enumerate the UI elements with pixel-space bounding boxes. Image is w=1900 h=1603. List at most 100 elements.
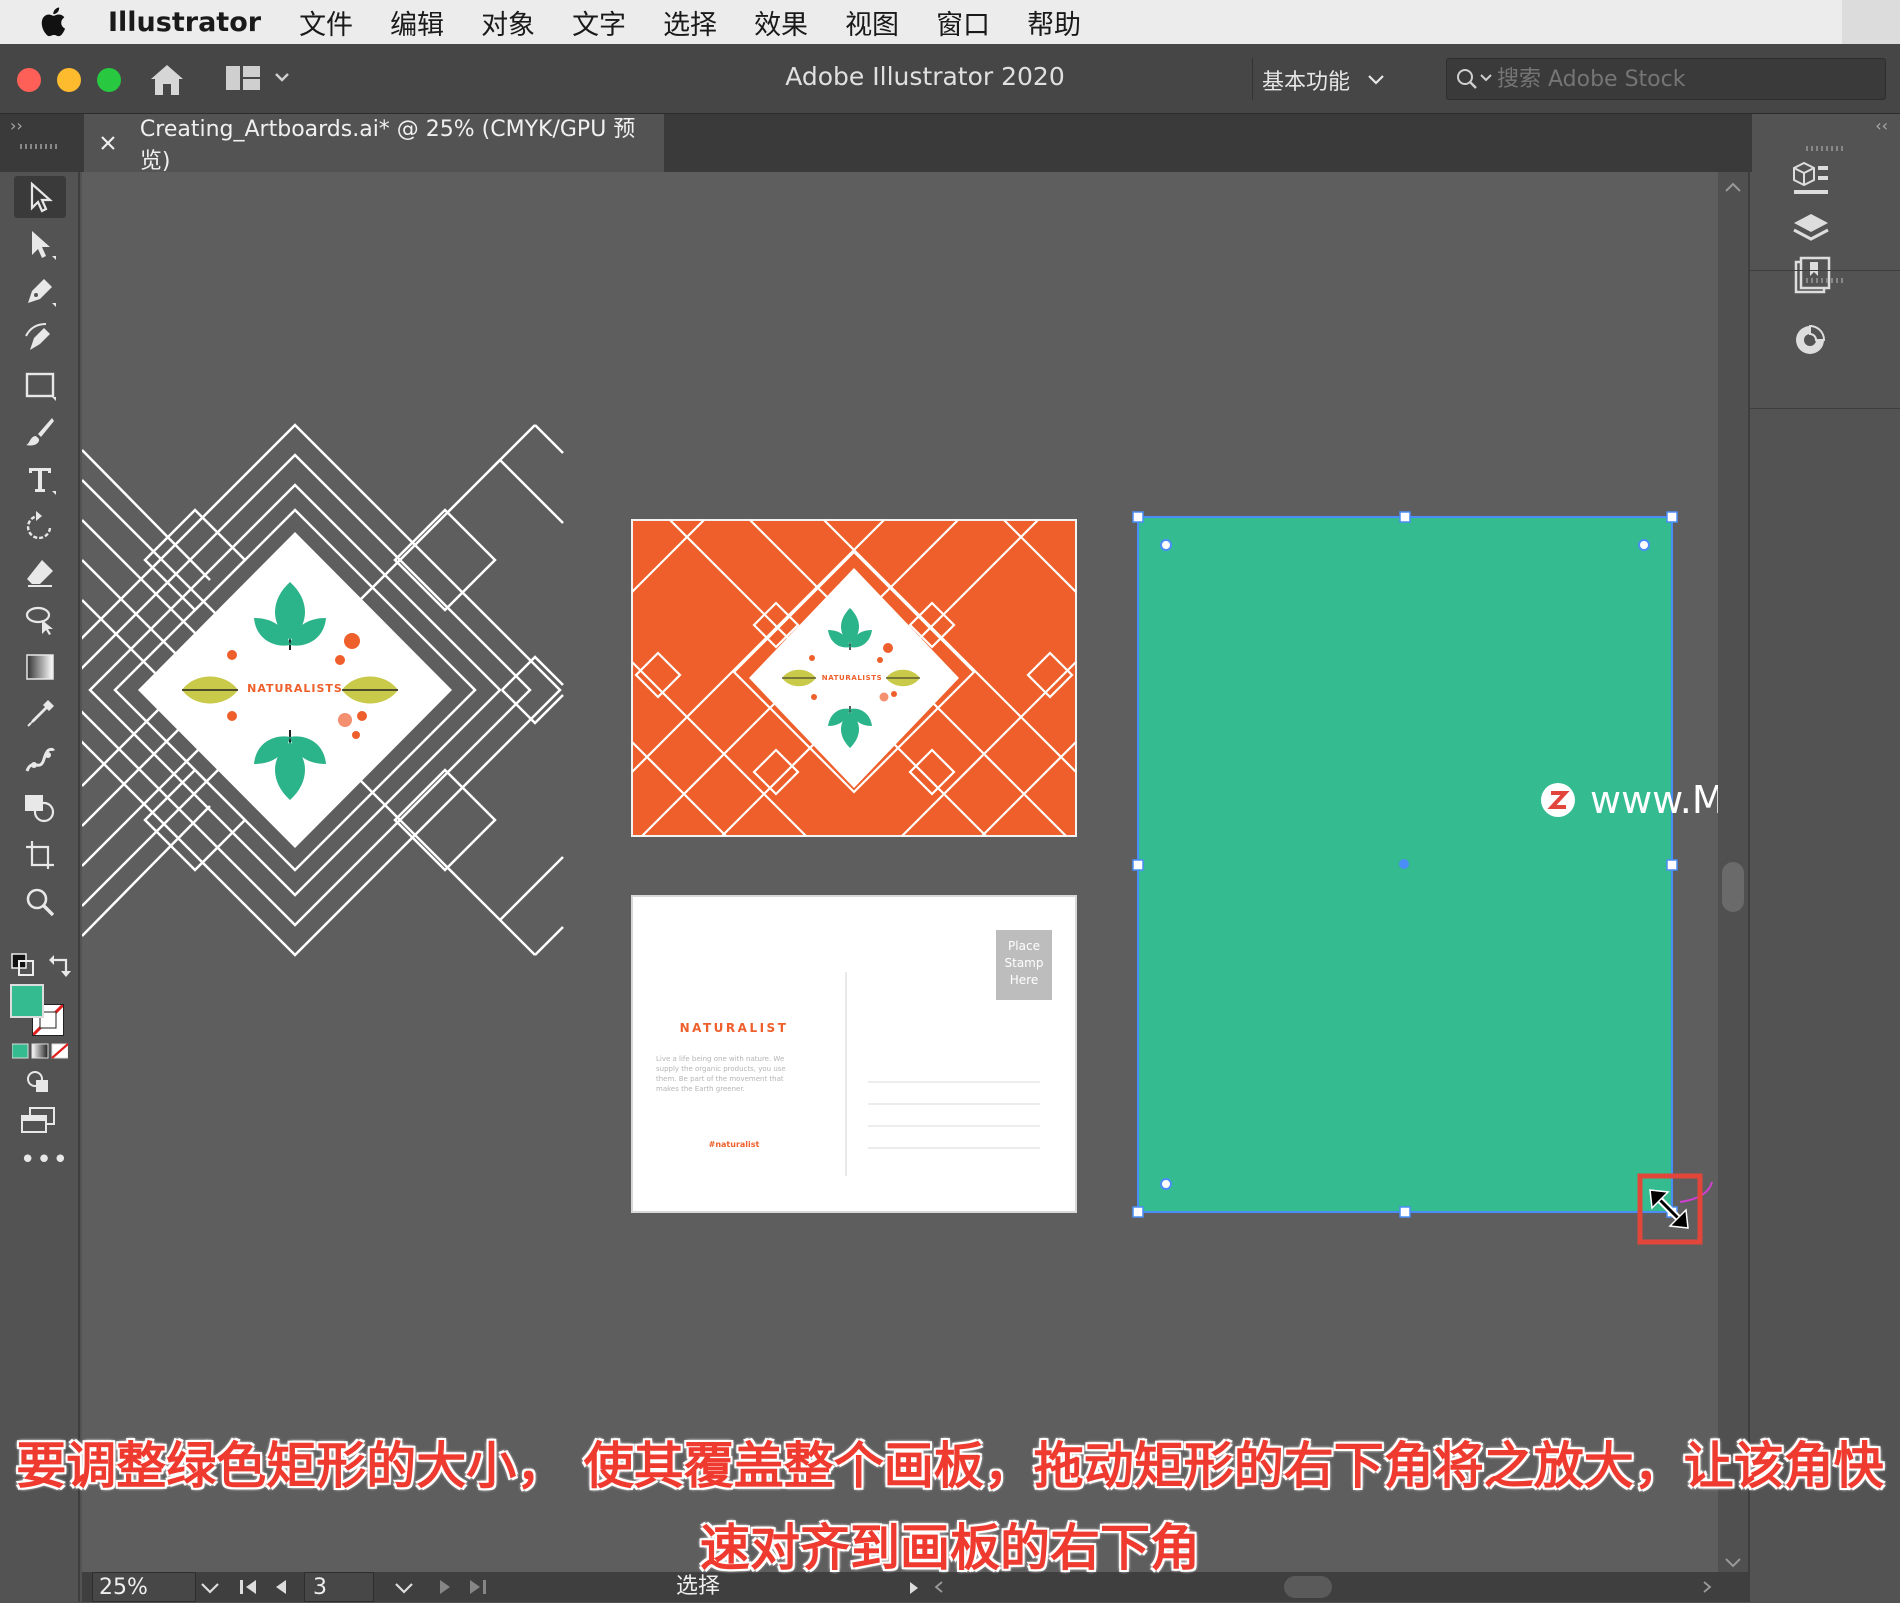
menu-edit[interactable]: 编辑 — [390, 3, 444, 42]
panel-grip-icon-2[interactable] — [1806, 276, 1846, 284]
shape-builder-icon — [25, 795, 55, 823]
stamp-text-line3: Here — [1010, 973, 1038, 987]
previous-artboard-icon[interactable] — [274, 1578, 288, 1596]
right-panel-dock — [1748, 146, 1900, 1602]
titlebar-divider — [1252, 58, 1253, 100]
toolbar-grip-icon[interactable] — [20, 142, 60, 150]
gradient-tool[interactable] — [14, 646, 66, 688]
rotate-icon — [26, 511, 52, 540]
lasso-icon — [25, 606, 53, 635]
selection-arrow-icon — [30, 181, 53, 213]
menubar-extras — [1842, 0, 1900, 44]
postcard-hashtag: #naturalist — [709, 1140, 760, 1149]
artboard-dropdown-chevron-icon[interactable] — [394, 1582, 414, 1594]
emblem-small-text: NATURALISTS — [822, 674, 883, 682]
default-fill-stroke-icon[interactable] — [10, 952, 36, 978]
color-themes-panel-icon[interactable] — [1788, 316, 1834, 362]
zoom-tool[interactable] — [14, 881, 66, 923]
scroll-right-icon[interactable] — [1702, 1581, 1712, 1593]
workspace-label: 基本功能 — [1262, 70, 1351, 95]
selection-tool[interactable] — [14, 176, 66, 218]
eraser-icon — [27, 560, 53, 587]
macz-logo-icon — [1541, 783, 1575, 817]
screen-mode-icon[interactable] — [20, 1106, 56, 1136]
collapse-panels-icon[interactable]: ‹‹ — [1875, 116, 1888, 135]
status-menu-arrow-icon[interactable] — [908, 1580, 920, 1596]
emblem-large-text: NATURALISTS — [247, 682, 343, 695]
fill-swatch[interactable] — [10, 984, 44, 1018]
menu-view[interactable]: 视图 — [845, 3, 899, 42]
document-canvas[interactable]: NATURALISTS NATURALISTS Place Stamp Here… — [82, 172, 1718, 1572]
menu-help[interactable]: 帮助 — [1027, 3, 1081, 42]
shape-builder-tool[interactable] — [14, 787, 66, 829]
artboard-tool[interactable] — [14, 834, 66, 876]
layers-panel-icon[interactable] — [1788, 208, 1834, 254]
watermark-text: www.MacZ.com — [1590, 778, 1718, 822]
puppet-warp-icon — [25, 747, 56, 772]
expand-toolbar-icon[interactable]: ›› — [10, 116, 23, 135]
zoom-dropdown-chevron-icon[interactable] — [200, 1582, 220, 1594]
postcard-body-line1: Live a life being one with nature. We — [656, 1055, 784, 1063]
type-tool[interactable] — [14, 458, 66, 500]
scroll-left-icon[interactable] — [934, 1581, 944, 1593]
menu-type[interactable]: 文字 — [572, 3, 626, 42]
vertical-scrollbar[interactable] — [1718, 172, 1748, 1572]
green-rectangle[interactable] — [1132, 511, 1713, 1218]
curvature-pen-icon — [25, 323, 50, 350]
postcard-body-line4: makes the Earth greener. — [656, 1085, 745, 1093]
document-tab-bar: ›› Creating_Artboards.ai* @ 25% (CMYK/GP… — [0, 114, 1900, 174]
postcard-body-line3: them. Be part of the movement that — [656, 1075, 784, 1083]
panel-grip-icon[interactable] — [1806, 144, 1846, 152]
chevron-down-icon — [1368, 75, 1384, 85]
stamp-text-line2: Stamp — [1005, 956, 1044, 970]
direct-selection-tool[interactable] — [14, 223, 66, 265]
puppet-warp-tool[interactable] — [14, 740, 66, 782]
stock-search-input[interactable] — [1495, 65, 1879, 93]
curvature-tool[interactable] — [14, 317, 66, 359]
menu-effect[interactable]: 效果 — [754, 3, 808, 42]
artboard-postcard[interactable]: Place Stamp Here NATURALIST Live a life … — [631, 895, 1077, 1213]
vertical-scroll-thumb[interactable] — [1722, 862, 1744, 912]
gradient-icon — [26, 654, 54, 680]
swap-fill-stroke-icon[interactable] — [48, 952, 74, 978]
close-icon[interactable] — [98, 133, 118, 153]
app-menu-illustrator[interactable]: Illustrator — [108, 7, 261, 38]
menu-select[interactable]: 选择 — [663, 3, 717, 42]
next-artboard-icon[interactable] — [438, 1578, 452, 1596]
last-artboard-icon[interactable] — [468, 1578, 488, 1596]
rotate-tool[interactable] — [14, 505, 66, 547]
tools-panel: ••• — [0, 144, 80, 1602]
draw-mode-icon[interactable] — [24, 1068, 52, 1096]
paintbrush-tool[interactable] — [14, 411, 66, 453]
properties-panel-icon[interactable] — [1788, 158, 1834, 204]
rectangle-icon — [25, 372, 56, 401]
canvas-artwork: NATURALISTS NATURALISTS Place Stamp Here… — [82, 423, 1713, 1245]
artboard-orange-card[interactable]: NATURALISTS — [631, 519, 1077, 837]
postcard-title: NATURALIST — [680, 1021, 789, 1035]
apple-icon[interactable] — [38, 5, 72, 39]
menu-file[interactable]: 文件 — [299, 3, 353, 42]
more-tools-icon[interactable]: ••• — [20, 1147, 68, 1173]
paintbrush-icon — [26, 418, 54, 446]
stock-search-box[interactable] — [1446, 58, 1886, 100]
fill-stroke-widget[interactable] — [10, 984, 72, 1040]
workspace-switcher[interactable]: 基本功能 — [1262, 62, 1384, 98]
type-icon — [29, 468, 56, 495]
first-artboard-icon[interactable] — [238, 1578, 258, 1596]
panel-separator-2 — [1750, 408, 1900, 409]
search-icon — [1457, 69, 1492, 89]
pen-icon — [28, 279, 56, 307]
eraser-tool[interactable] — [14, 552, 66, 594]
eyedropper-icon — [27, 700, 54, 727]
document-tab[interactable]: Creating_Artboards.ai* @ 25% (CMYK/GPU 预… — [84, 114, 664, 174]
artboard-pattern-large[interactable]: NATURALISTS — [82, 423, 564, 957]
panel-separator — [1750, 270, 1900, 271]
scroll-up-icon[interactable] — [1725, 182, 1741, 192]
menu-object[interactable]: 对象 — [481, 3, 535, 42]
color-mode-icons[interactable] — [12, 1042, 68, 1060]
rectangle-tool[interactable] — [14, 364, 66, 406]
pen-tool[interactable] — [14, 270, 66, 312]
eyedropper-tool[interactable] — [14, 693, 66, 735]
menu-window[interactable]: 窗口 — [936, 3, 990, 42]
lasso-tool[interactable] — [14, 599, 66, 641]
